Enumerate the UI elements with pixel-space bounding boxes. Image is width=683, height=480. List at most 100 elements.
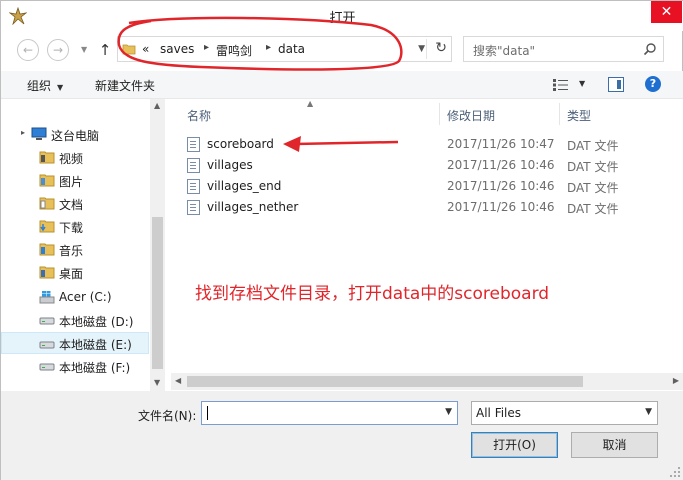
sidebar-item-documents[interactable]: 文档 bbox=[1, 192, 149, 214]
navigation-pane: ▸ 这台电脑 视频 图片 文档 下载 音乐 桌面 Acer (C:) 本地磁盘 … bbox=[1, 99, 166, 391]
sidebar-item-drive-e[interactable]: 本地磁盘 (E:) bbox=[1, 332, 149, 354]
sidebar-item-drive-d[interactable]: 本地磁盘 (D:) bbox=[1, 309, 149, 331]
folder-icon bbox=[122, 44, 136, 55]
address-divider bbox=[426, 39, 427, 59]
view-options-icon[interactable] bbox=[553, 79, 569, 91]
breadcrumb-separator-icon[interactable]: ▸ bbox=[266, 42, 271, 53]
sidebar-item-desktop[interactable]: 桌面 bbox=[1, 261, 149, 283]
music-folder-icon bbox=[39, 243, 55, 256]
refresh-icon[interactable]: ↻ bbox=[435, 40, 447, 56]
up-button[interactable]: ↑ bbox=[95, 39, 115, 61]
sidebar-item-downloads[interactable]: 下载 bbox=[1, 215, 149, 237]
column-divider[interactable] bbox=[439, 103, 440, 125]
cancel-button[interactable]: 取消 bbox=[571, 432, 658, 458]
file-row-villages-nether[interactable]: villages_nether 2017/11/26 10:46 DAT 文件 bbox=[185, 197, 655, 218]
breadcrumb-folder[interactable]: 雷鸣剑 bbox=[216, 42, 252, 59]
dat-file-icon bbox=[187, 137, 200, 152]
scroll-left-icon[interactable]: ◀ bbox=[175, 376, 181, 385]
horizontal-scrollbar[interactable]: ◀ ▶ bbox=[171, 373, 683, 390]
file-type: DAT 文件 bbox=[567, 160, 619, 174]
file-modified: 2017/11/26 10:46 bbox=[447, 179, 555, 193]
preview-pane-icon[interactable] bbox=[608, 77, 624, 92]
file-name: villages_end bbox=[207, 179, 282, 193]
close-button[interactable]: ✕ bbox=[651, 1, 682, 23]
forward-button[interactable]: → bbox=[47, 39, 69, 61]
sidebar-item-label: 视频 bbox=[59, 152, 84, 166]
title-bar: 打开 ✕ bbox=[1, 1, 683, 31]
file-name: villages_nether bbox=[207, 200, 299, 214]
file-name: villages bbox=[207, 158, 253, 172]
downloads-folder-icon bbox=[39, 220, 55, 233]
address-bar[interactable]: « saves ▸ 雷鸣剑 ▸ data ▼ ↻ bbox=[117, 36, 452, 62]
file-modified: 2017/11/26 10:47 bbox=[447, 137, 555, 151]
drive-icon bbox=[39, 317, 55, 325]
pictures-folder-icon bbox=[39, 174, 55, 187]
breadcrumb-data[interactable]: data bbox=[278, 42, 305, 56]
dat-file-icon bbox=[187, 158, 200, 173]
file-modified: 2017/11/26 10:46 bbox=[447, 200, 555, 214]
breadcrumb-overflow[interactable]: « bbox=[142, 42, 149, 56]
filetype-select[interactable]: All Files ▼ bbox=[471, 401, 658, 425]
sidebar-item-label: 桌面 bbox=[59, 267, 84, 281]
sidebar-item-drive-c[interactable]: Acer (C:) bbox=[1, 286, 149, 308]
sidebar-item-label: 音乐 bbox=[59, 244, 84, 258]
breadcrumb-saves[interactable]: saves bbox=[160, 42, 194, 56]
back-button[interactable]: ← bbox=[17, 39, 39, 61]
file-row-scoreboard[interactable]: scoreboard 2017/11/26 10:47 DAT 文件 bbox=[185, 134, 655, 155]
dat-file-icon bbox=[187, 200, 200, 215]
recent-locations-dropdown[interactable]: ▼ bbox=[81, 45, 87, 54]
scrollbar-thumb[interactable] bbox=[152, 217, 163, 369]
scrollbar-thumb[interactable] bbox=[187, 376, 583, 387]
navigation-scrollbar[interactable]: ▲ ▼ bbox=[150, 99, 165, 391]
file-row-villages[interactable]: villages 2017/11/26 10:46 DAT 文件 bbox=[185, 155, 655, 176]
organize-label: 组织 bbox=[27, 79, 52, 93]
breadcrumb-separator-icon[interactable]: ▸ bbox=[204, 42, 209, 53]
command-bar: 组织 ▼ 新建文件夹 ▼ ? bbox=[1, 71, 683, 99]
chevron-down-icon[interactable]: ▼ bbox=[645, 407, 652, 417]
sidebar-item-label: 下载 bbox=[59, 221, 84, 235]
file-list: ▲ 名称 修改日期 类型 scoreboard 2017/11/26 10:47… bbox=[171, 99, 683, 391]
scroll-right-icon[interactable]: ▶ bbox=[673, 376, 679, 385]
sidebar-item-pictures[interactable]: 图片 bbox=[1, 169, 149, 191]
window-title: 打开 bbox=[329, 11, 356, 26]
open-button[interactable]: 打开(O) bbox=[471, 432, 558, 458]
dat-file-icon bbox=[187, 179, 200, 194]
address-dropdown-icon[interactable]: ▼ bbox=[418, 44, 425, 54]
search-box[interactable]: 搜索"data" bbox=[463, 36, 664, 62]
sort-ascending-icon: ▲ bbox=[307, 99, 314, 108]
sidebar-item-label: 本地磁盘 (D:) bbox=[59, 315, 134, 329]
windows-drive-icon bbox=[39, 291, 55, 304]
documents-folder-icon bbox=[39, 197, 55, 210]
expand-arrow-icon[interactable]: ▸ bbox=[21, 128, 25, 137]
desktop-folder-icon bbox=[39, 266, 55, 279]
sidebar-item-drive-f[interactable]: 本地磁盘 (F:) bbox=[1, 355, 149, 377]
filetype-value: All Files bbox=[476, 406, 522, 420]
column-header-name[interactable]: 名称 bbox=[187, 107, 211, 124]
column-header-modified[interactable]: 修改日期 bbox=[447, 107, 495, 124]
open-file-dialog: 打开 ✕ ← → ▼ ↑ « saves ▸ 雷鸣剑 ▸ data ▼ ↻ 搜索… bbox=[0, 0, 683, 480]
sidebar-item-this-pc[interactable]: ▸ 这台电脑 bbox=[1, 123, 149, 145]
sidebar-item-label: 图片 bbox=[59, 175, 84, 189]
new-folder-button[interactable]: 新建文件夹 bbox=[95, 77, 155, 94]
column-header-type[interactable]: 类型 bbox=[567, 107, 591, 124]
help-icon[interactable]: ? bbox=[645, 76, 661, 92]
view-dropdown-icon[interactable]: ▼ bbox=[579, 79, 585, 88]
search-icon[interactable] bbox=[643, 42, 657, 56]
organize-button[interactable]: 组织 ▼ bbox=[27, 77, 63, 94]
scroll-up-icon[interactable]: ▲ bbox=[154, 101, 160, 110]
resize-grip-icon[interactable] bbox=[670, 467, 680, 477]
filename-input[interactable]: ▼ bbox=[201, 401, 458, 425]
chevron-down-icon[interactable]: ▼ bbox=[445, 407, 452, 417]
scroll-down-icon[interactable]: ▼ bbox=[154, 378, 160, 387]
column-divider[interactable] bbox=[559, 103, 560, 125]
sidebar-item-music[interactable]: 音乐 bbox=[1, 238, 149, 260]
sidebar-item-videos[interactable]: 视频 bbox=[1, 146, 149, 168]
file-row-villages-end[interactable]: villages_end 2017/11/26 10:46 DAT 文件 bbox=[185, 176, 655, 197]
annotation-text: 找到存档文件目录，打开data中的scoreboard bbox=[195, 284, 550, 304]
search-placeholder: 搜索"data" bbox=[473, 44, 536, 58]
file-type: DAT 文件 bbox=[567, 139, 619, 153]
drive-icon bbox=[39, 363, 55, 371]
sidebar-item-label: 这台电脑 bbox=[51, 129, 100, 143]
drive-icon bbox=[39, 341, 55, 349]
chevron-down-icon: ▼ bbox=[57, 83, 64, 92]
